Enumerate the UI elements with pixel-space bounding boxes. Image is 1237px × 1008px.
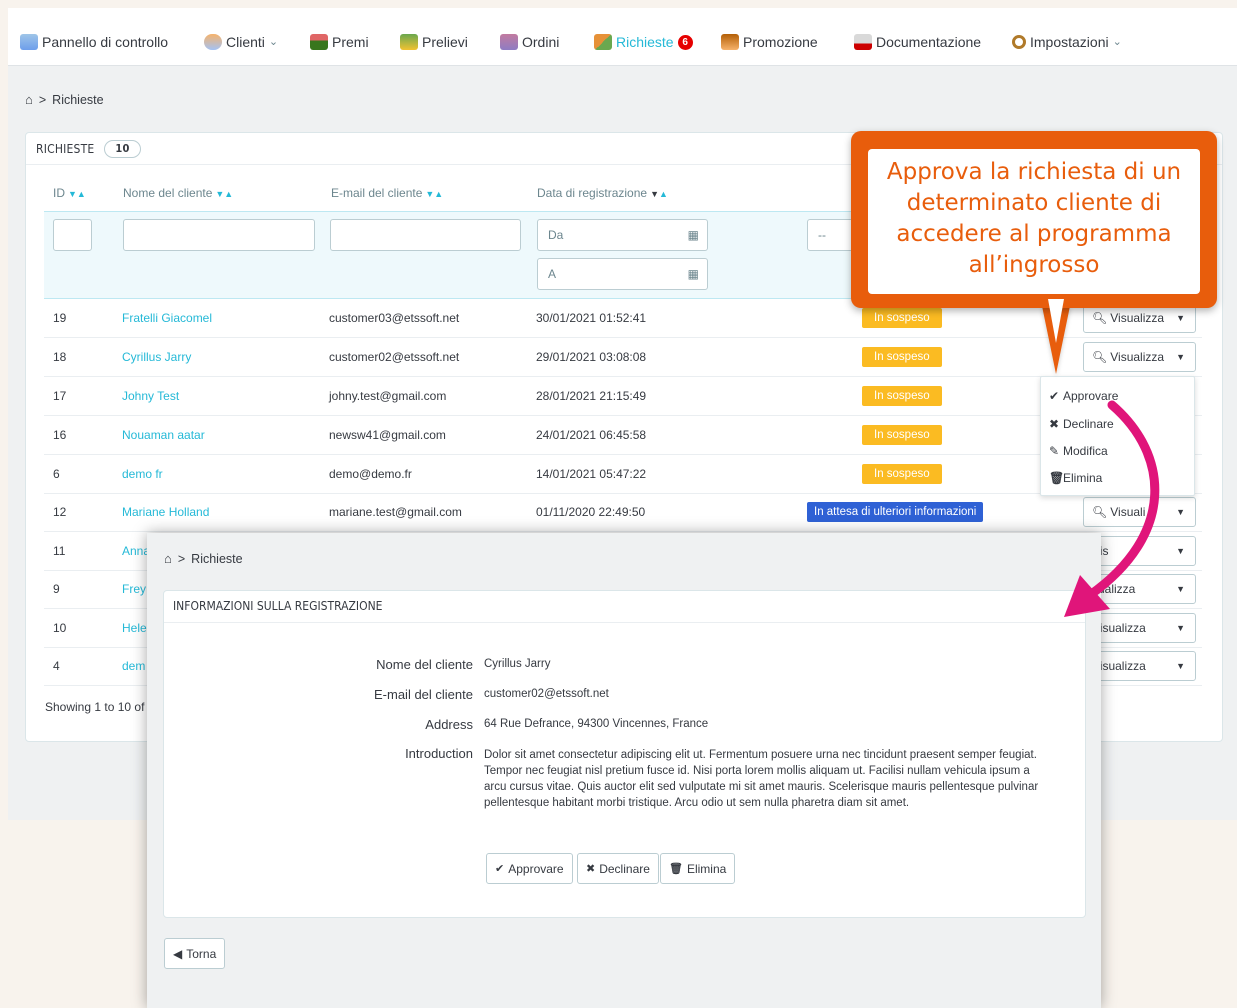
times-icon: ✖ — [586, 863, 596, 875]
status-badge: In sospeso — [862, 425, 942, 445]
filter-date-to-input[interactable]: A ▦ — [537, 258, 708, 290]
nav-customers[interactable]: Clienti ⌄ — [204, 30, 278, 54]
status-badge: In sospeso — [862, 347, 942, 367]
customer-name-link[interactable]: Frey — [122, 582, 146, 596]
field-label: Address — [425, 717, 473, 732]
field-label: Introduction — [405, 746, 473, 761]
filter-status-select[interactable]: -- — [807, 219, 857, 251]
count-badge: 10 — [104, 140, 141, 158]
nav-withdrawals[interactable]: Prelievi — [400, 30, 468, 54]
calendar-icon: ▦ — [687, 267, 699, 281]
pagination-summary: Showing 1 to 10 of — [45, 700, 145, 714]
detail-breadcrumb: ⌂ > Richieste — [164, 551, 243, 566]
documentation-icon — [854, 34, 872, 50]
customer-name-link[interactable]: demo fr — [122, 467, 163, 481]
nav-promotion[interactable]: Promozione — [721, 30, 818, 54]
back-button[interactable]: ◀ Torna — [164, 938, 226, 969]
requests-icon — [594, 34, 612, 50]
status-badge: In sospeso — [862, 386, 942, 406]
field-value: Cyrillus Jarry — [484, 658, 551, 670]
status-badge: In attesa di ulteriori informazioni — [807, 502, 984, 522]
nav-requests[interactable]: Richieste 6 — [594, 30, 693, 54]
trash-icon: 🗑︎ — [669, 863, 683, 875]
home-icon[interactable]: ⌂ — [25, 92, 33, 107]
tooltip-callout: Approva la richiesta di un determinato c… — [851, 131, 1217, 308]
table-row: 16 Nouaman aatar newsw41@gmail.com 24/01… — [44, 416, 1202, 455]
requests-badge: 6 — [677, 34, 693, 50]
table-row: 18 Cyrillus Jarry customer02@etssoft.net… — [44, 338, 1202, 377]
column-header-email[interactable]: E-mail del cliente ▼▲ — [331, 186, 443, 200]
back-icon: ◀ — [173, 946, 183, 961]
registration-info-panel: INFORMAZIONI SULLA REGISTRAZIONE Nome de… — [163, 590, 1086, 918]
sort-arrows-icon[interactable]: ▼▲ — [215, 189, 233, 199]
breadcrumb: ⌂ > Richieste — [25, 92, 104, 107]
column-header-id[interactable]: ID ▼▲ — [53, 186, 86, 200]
field-label: E-mail del cliente — [374, 687, 473, 702]
orders-icon — [500, 34, 518, 50]
breadcrumb-current[interactable]: Richieste — [52, 93, 103, 107]
column-header-name[interactable]: Nome del cliente ▼▲ — [123, 186, 233, 200]
table-row: 12 Mariane Holland mariane.test@gmail.co… — [44, 493, 1202, 532]
nav-orders[interactable]: Ordini — [500, 30, 559, 54]
customer-name-link[interactable]: Anna — [122, 544, 150, 558]
customer-name-link[interactable]: Cyrillus Jarry — [122, 350, 191, 364]
top-navigation: Pannello di controllo Clienti ⌄ Premi Pr… — [8, 8, 1237, 66]
nav-dashboard[interactable]: Pannello di controllo — [20, 30, 168, 54]
table-row: 17 Johny Test johny.test@gmail.com 28/01… — [44, 377, 1202, 416]
customer-name-link[interactable]: dem — [122, 659, 145, 673]
customer-name-link[interactable]: Mariane Holland — [122, 505, 209, 519]
home-icon[interactable]: ⌂ — [164, 551, 172, 566]
field-value: 64 Rue Defrance, 94300 Vincennes, France — [484, 718, 709, 730]
caret-down-icon[interactable]: ▼ — [1176, 352, 1185, 362]
settings-icon — [1012, 35, 1026, 49]
caret-down-icon[interactable]: ▼ — [1176, 313, 1185, 323]
field-label: Nome del cliente — [376, 657, 473, 672]
approve-button[interactable]: ✔ Approvare — [486, 853, 573, 884]
nav-settings[interactable]: Impostazioni ⌄ — [1012, 30, 1122, 54]
column-header-date[interactable]: Data di registrazione ▼▲ — [537, 186, 668, 200]
search-icon: 🔍︎ — [1092, 350, 1108, 364]
filter-name-input[interactable] — [123, 219, 315, 251]
panel-header: RICHIESTE 10 — [36, 139, 141, 159]
view-button[interactable]: 🔍︎ Visualizza ▼ — [1083, 342, 1196, 372]
status-badge: In sospeso — [862, 308, 942, 328]
chevron-down-icon: ⌄ — [1112, 36, 1122, 48]
sort-arrows-icon[interactable]: ▼▲ — [650, 189, 668, 199]
field-value: customer02@etssoft.net — [484, 688, 609, 700]
customer-name-link[interactable]: Nouaman aatar — [122, 428, 205, 442]
caret-down-icon[interactable]: ▼ — [1176, 661, 1185, 671]
filter-date-from-input[interactable]: Da ▦ — [537, 219, 708, 251]
withdrawals-icon — [400, 34, 418, 50]
customer-name-link[interactable]: Fratelli Giacomel — [122, 311, 212, 325]
sort-arrows-icon[interactable]: ▼▲ — [68, 189, 86, 199]
dashboard-icon — [20, 34, 38, 50]
customer-name-link[interactable]: Johny Test — [122, 389, 179, 403]
curved-arrow-icon — [1064, 400, 1160, 617]
filter-email-input[interactable] — [330, 219, 521, 251]
sort-arrows-icon[interactable]: ▼▲ — [425, 189, 443, 199]
delete-button[interactable]: 🗑︎ Elimina — [660, 853, 736, 884]
callout-text: Approva la richiesta di un determinato c… — [886, 159, 1182, 278]
status-badge: In sospeso — [862, 464, 942, 484]
promotion-icon — [721, 34, 739, 50]
rewards-icon — [310, 34, 328, 50]
customer-name-link[interactable]: Hele — [122, 621, 147, 635]
panel-title: RICHIESTE — [36, 142, 95, 156]
breadcrumb-current[interactable]: Richieste — [191, 552, 242, 566]
nav-documentation[interactable]: Documentazione — [854, 30, 981, 54]
decline-button[interactable]: ✖ Declinare — [577, 853, 659, 884]
calendar-icon: ▦ — [687, 228, 699, 242]
chevron-down-icon: ⌄ — [268, 36, 279, 48]
panel-title: INFORMAZIONI SULLA REGISTRAZIONE — [173, 599, 383, 613]
check-icon: ✔ — [495, 863, 505, 875]
search-icon: 🔍︎ — [1092, 311, 1108, 325]
nav-rewards[interactable]: Premi — [310, 30, 369, 54]
customers-icon — [204, 34, 222, 50]
filter-id-input[interactable] — [53, 219, 92, 251]
field-value: Dolor sit amet consectetur adipiscing el… — [484, 749, 1039, 809]
table-row: 6 demo fr demo@demo.fr 14/01/2021 05:47:… — [44, 455, 1202, 494]
